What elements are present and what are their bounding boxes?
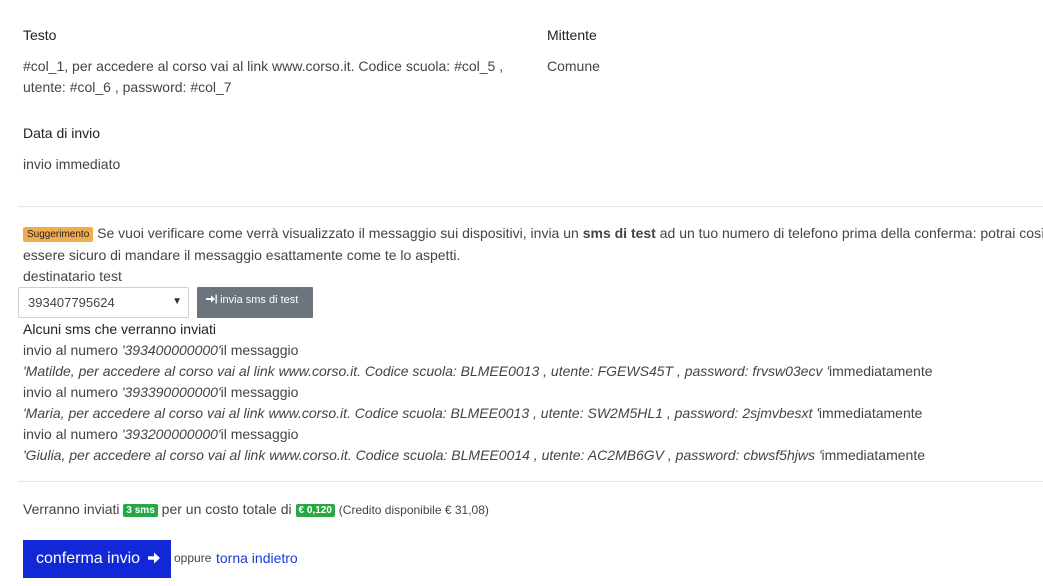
summary-text-1: Verranno inviati <box>23 501 120 517</box>
preview-item-1-message-row: 'Matilde, per accedere al corso vai al l… <box>23 363 933 379</box>
preview-item-2-message-row: 'Maria, per accedere al corso vai al lin… <box>23 405 922 421</box>
preview-number: '393390000000' <box>121 384 221 400</box>
preview-item-3-message-row: 'Giulia, per accedere al corso vai al li… <box>23 447 925 463</box>
suggestion-bold: sms di test <box>582 225 656 241</box>
preview-number: '393400000000' <box>121 342 221 358</box>
mittente-label: Mittente <box>547 27 597 43</box>
back-link[interactable]: torna indietro <box>216 550 298 566</box>
preview-item-1-header: invio al numero '393400000000'il messagg… <box>23 342 298 358</box>
preview-message: 'Matilde, per accedere al corso vai al l… <box>23 363 830 379</box>
preview-suffix: il messaggio <box>220 384 299 400</box>
preview-number: '393200000000' <box>121 426 221 442</box>
summary-text-2: per un costo totale di <box>161 501 292 517</box>
test-recipient-select[interactable]: 393407795624 ▼ <box>18 287 189 318</box>
data-invio-value: invio immediato <box>23 156 121 172</box>
suggestion-line-1: Suggerimento Se vuoi verificare come ver… <box>23 225 1043 242</box>
preview-item-2-header: invio al numero '393390000000'il messagg… <box>23 384 298 400</box>
preview-when: immediatamente <box>829 363 933 379</box>
send-test-sms-button[interactable]: invia sms di test <box>197 287 313 318</box>
preview-prefix: invio al numero <box>23 426 118 442</box>
preview-when: immediatamente <box>818 405 923 421</box>
arrow-right-icon <box>147 552 160 564</box>
sms-count-badge: 3 sms <box>123 504 158 517</box>
chevron-down-icon: ▼ <box>172 296 182 307</box>
preview-heading: Alcuni sms che verranno inviati <box>23 321 216 337</box>
mittente-value: Comune <box>547 58 600 74</box>
suggestion-badge: Suggerimento <box>23 227 94 242</box>
confirm-send-button[interactable]: conferma invio <box>23 540 171 578</box>
test-recipient-value: 393407795624 <box>28 295 115 310</box>
cost-badge: € 0,120 <box>295 504 335 517</box>
preview-suffix: il messaggio <box>220 342 299 358</box>
testo-line-2: utente: #col_6 , password: #col_7 <box>23 79 232 95</box>
summary-line: Verranno inviati 3 sms per un costo tota… <box>23 501 489 517</box>
confirm-send-label: conferma invio <box>36 550 141 567</box>
credit-text: (Credito disponibile € 31,08) <box>338 503 489 517</box>
divider-top <box>18 206 1043 207</box>
preview-message: 'Giulia, per accedere al corso vai al li… <box>23 447 822 463</box>
suggestion-text-before: Se vuoi verificare come verrà visualizza… <box>97 225 579 241</box>
oppure-text: oppure <box>174 551 212 565</box>
suggestion-line-2: essere sicuro di mandare il messaggio es… <box>23 247 461 263</box>
preview-when: immediatamente <box>821 447 926 463</box>
preview-message: 'Maria, per accedere al corso vai al lin… <box>23 405 819 421</box>
testo-line-1: #col_1, per accedere al corso vai al lin… <box>23 58 504 74</box>
test-recipient-label: destinatario test <box>23 268 122 284</box>
testo-label: Testo <box>23 27 57 43</box>
sign-in-icon <box>206 294 217 304</box>
divider-bottom <box>18 481 1043 482</box>
preview-suffix: il messaggio <box>220 426 299 442</box>
preview-prefix: invio al numero <box>23 384 118 400</box>
preview-item-3-header: invio al numero '393200000000'il messagg… <box>23 426 298 442</box>
suggestion-text-after: ad un tuo numero di telefono prima della… <box>659 225 1043 241</box>
preview-prefix: invio al numero <box>23 342 118 358</box>
data-invio-label: Data di invio <box>23 125 101 141</box>
send-test-sms-label: invia sms di test <box>220 294 299 306</box>
